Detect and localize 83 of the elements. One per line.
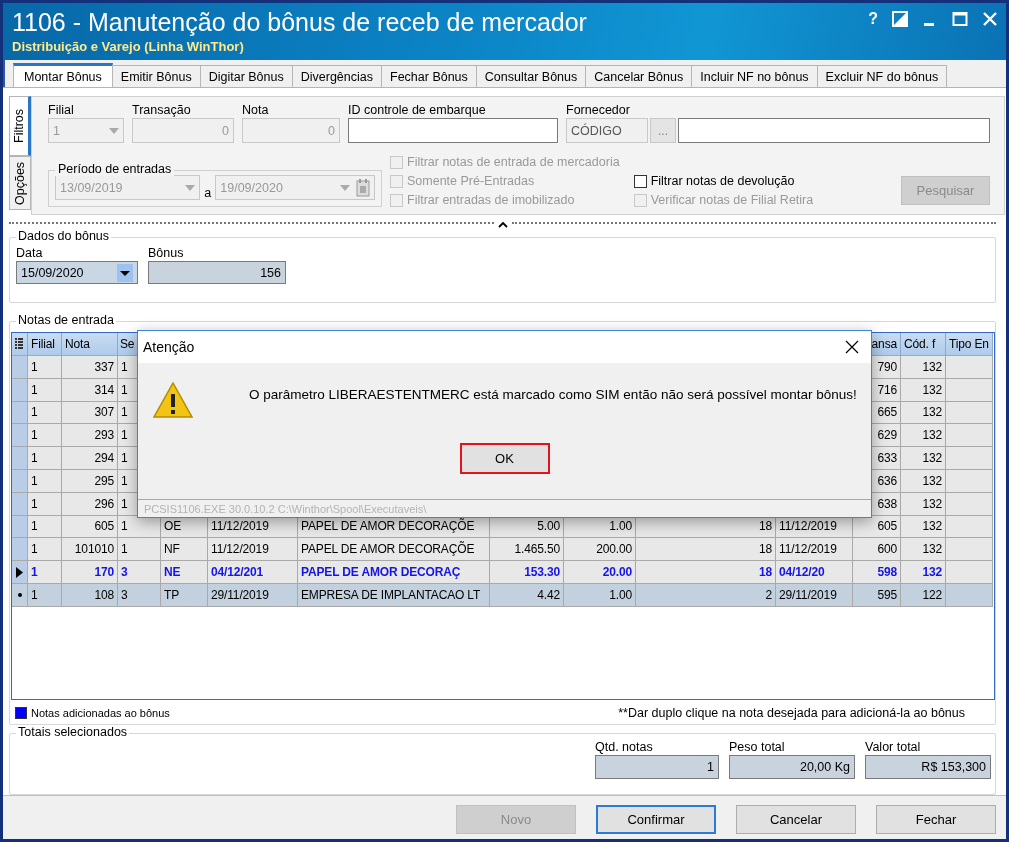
table-cell: 132 [901, 356, 946, 379]
dialog-title: Atenção [143, 339, 195, 355]
table-cell: 3 [118, 583, 161, 607]
table-cell: NE [161, 561, 208, 584]
field-label: Filial [48, 103, 75, 117]
field-label: Fornecedor [566, 103, 631, 117]
table-cell: 29/11/2019 [776, 583, 853, 607]
table-cell: 11/12/2019 [208, 538, 298, 562]
table-cell: 132 [901, 470, 946, 493]
table-cell: 337 [62, 356, 118, 379]
table-cell: PAPEL DE AMOR DECORAÇÕE [298, 538, 490, 562]
table-cell: 598 [853, 561, 901, 584]
table-cell: 132 [901, 492, 946, 516]
table-cell: 307 [62, 401, 118, 425]
table-cell: 2 [636, 583, 776, 607]
table-cell: EMPRESA DE IMPLANTACAO LT [298, 583, 490, 607]
table-cell: 295 [62, 470, 118, 493]
table-cell: 595 [853, 583, 901, 607]
table-cell: 296 [62, 492, 118, 516]
field-label: Transação [132, 103, 192, 117]
table-cell: 200.00 [564, 538, 636, 562]
table-cell: 1 [28, 424, 62, 448]
table-cell: 29/11/2019 [208, 583, 298, 607]
table-cell: 1 [28, 515, 62, 539]
total-field: 20,00 Kg [729, 755, 855, 779]
table-cell: 20.00 [564, 561, 636, 584]
field-label: Bônus [148, 246, 185, 260]
table-cell: 04/12/20 [776, 561, 853, 584]
table-cell: 1.465.50 [490, 538, 564, 562]
table-cell: NF [161, 538, 208, 562]
table-cell: 132 [901, 378, 946, 402]
table-cell: 1 [28, 356, 62, 379]
field-label: Peso total [729, 740, 786, 754]
table-cell: 11/12/2019 [776, 538, 853, 562]
table-cell: 1 [28, 378, 62, 402]
field-label: ID controle de embarque [348, 103, 487, 117]
field-label: Data [16, 246, 44, 260]
table-cell: 600 [853, 538, 901, 562]
table-cell: 108 [62, 583, 118, 607]
window-subtitle: Distribuição e Varejo (Linha WinThor) [12, 39, 245, 54]
table-cell: 1 [28, 447, 62, 470]
field-label: Valor total [865, 740, 922, 754]
field-label: Qtd. notas [595, 740, 654, 754]
table-cell: 132 [901, 401, 946, 425]
table-cell: 1 [28, 538, 62, 562]
table-cell: 132 [901, 515, 946, 539]
group-title: Período de entradas [55, 162, 175, 176]
table-cell: PAPEL DE AMOR DECORAÇ [298, 561, 490, 584]
table-cell: 132 [901, 424, 946, 448]
table-cell: 122 [901, 583, 946, 607]
hint-text: **Dar duplo clique na nota desejada para adicioná-la ao bônus [618, 706, 965, 720]
group-title: Notas de entrada [16, 313, 116, 327]
table-cell: 1 [28, 492, 62, 516]
total-field: R$ 153,300 [865, 755, 991, 779]
table-cell: 18 [636, 538, 776, 562]
table-cell: 170 [62, 561, 118, 584]
table-cell: 04/12/201 [208, 561, 298, 584]
group-title: Totais selecionados [16, 725, 130, 739]
table-cell: 4.42 [490, 583, 564, 607]
table-cell: 1 [118, 538, 161, 562]
table-cell: 101010 [62, 538, 118, 562]
total-field: 1 [595, 755, 719, 779]
table-cell: 605 [62, 515, 118, 539]
table-cell: 1 [28, 401, 62, 425]
table-cell: 3 [118, 561, 161, 584]
group-title: Dados do bônus [16, 229, 112, 243]
table-cell: 1 [28, 583, 62, 607]
table-cell: 153.30 [490, 561, 564, 584]
table-cell: 132 [901, 561, 946, 584]
field-label: Nota [242, 103, 270, 117]
table-cell: 132 [901, 538, 946, 562]
legend-label: Notas adicionadas ao bônus [31, 707, 170, 719]
table-cell: 18 [636, 561, 776, 584]
table-cell: 1.00 [564, 583, 636, 607]
table-cell: 314 [62, 378, 118, 402]
range-separator: a [204, 186, 212, 200]
table-cell: 1 [28, 470, 62, 493]
table-cell: 293 [62, 424, 118, 448]
table-cell: 1 [28, 561, 62, 584]
table-cell: 294 [62, 447, 118, 470]
table-cell: TP [161, 583, 208, 607]
table-cell: 132 [901, 447, 946, 470]
window-title: 1106 - Manutenção do bônus de receb de mercador [12, 7, 587, 37]
